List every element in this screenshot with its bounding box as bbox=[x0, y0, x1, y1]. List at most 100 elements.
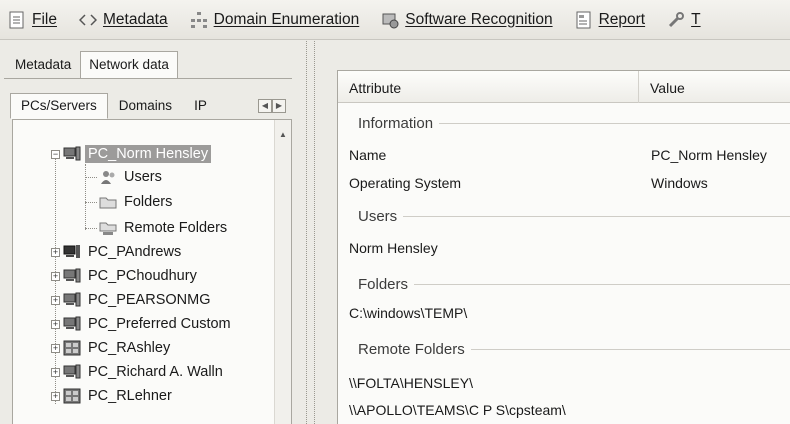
column-attribute[interactable]: Attribute bbox=[349, 80, 401, 96]
tree-node[interactable]: + PC_RAshley bbox=[51, 338, 173, 358]
tree-node-label: PC_PEARSONMG bbox=[88, 292, 211, 308]
menu-software-recognition[interactable]: Software Recognition bbox=[381, 10, 553, 29]
menu-file-label: File bbox=[32, 10, 57, 28]
tree-node[interactable]: + PC_PChoudhury bbox=[51, 266, 200, 286]
group-information: Information bbox=[358, 113, 790, 133]
expand-icon[interactable]: + bbox=[51, 367, 60, 377]
tree-node[interactable]: + PC_Richard A. Walln bbox=[51, 362, 226, 382]
tree-node[interactable]: + PC_PEARSONMG bbox=[51, 290, 213, 310]
property-row-remote-folder[interactable]: \\APOLLO\TEAMS\C P S\cpsteam\ bbox=[349, 400, 790, 420]
property-row-name[interactable]: Name PC_Norm Hensley bbox=[349, 145, 790, 165]
tree-node[interactable]: + PC_Preferred Custom bbox=[51, 314, 234, 334]
menu-metadata-label: Metadata bbox=[102, 10, 168, 28]
tree-node-label: Remote Folders bbox=[124, 220, 228, 236]
users-icon bbox=[99, 169, 117, 185]
tree-connector bbox=[85, 228, 97, 229]
tabs-divider bbox=[4, 78, 292, 79]
property-attr: C:\windows\TEMP\ bbox=[349, 305, 468, 321]
tree-node-label: PC_RAshley bbox=[88, 340, 171, 356]
tree-node-label: PC_RLehner bbox=[88, 388, 172, 404]
tab-pcs-servers[interactable]: PCs/Servers bbox=[10, 93, 108, 119]
property-attr: \\FOLTA\HENSLEY\ bbox=[349, 375, 473, 391]
tree-node-label: PC_Preferred Custom bbox=[88, 316, 231, 332]
computer-icon bbox=[63, 316, 81, 332]
left-pane: Metadata Network data PCs/Servers Domain… bbox=[0, 41, 302, 424]
group-label: Folders bbox=[358, 275, 409, 293]
menu-report[interactable]: Report bbox=[575, 10, 646, 29]
expand-icon[interactable]: + bbox=[51, 247, 60, 257]
tab-metadata[interactable]: Metadata bbox=[6, 51, 80, 79]
collapse-icon[interactable]: − bbox=[51, 149, 60, 159]
tools-icon bbox=[667, 11, 685, 29]
tree-node-folders[interactable]: Folders bbox=[99, 192, 175, 212]
tree-node-selected[interactable]: − PC_Norm Hensley bbox=[51, 144, 212, 164]
server-icon bbox=[63, 388, 81, 404]
computer-icon bbox=[63, 268, 81, 284]
menu-software-recognition-label: Software Recognition bbox=[405, 10, 553, 28]
metadata-icon bbox=[78, 11, 97, 29]
main-tabs: Metadata Network data bbox=[6, 49, 178, 79]
tree-node-label: PC_Norm Hensley bbox=[85, 145, 212, 163]
menu-overflow-label: T bbox=[691, 10, 701, 28]
expand-icon[interactable]: + bbox=[51, 343, 60, 353]
group-remote-folders: Remote Folders bbox=[358, 339, 790, 359]
column-divider[interactable] bbox=[638, 71, 639, 103]
tab-domains[interactable]: Domains bbox=[108, 93, 183, 119]
menu-report-label: Report bbox=[598, 10, 646, 28]
menu-bar: File Metadata Domain Enumeration Softwar… bbox=[0, 0, 790, 40]
property-attr: Norm Hensley bbox=[349, 240, 438, 256]
scroll-right-icon[interactable]: ▶ bbox=[272, 99, 286, 113]
menu-domain-enumeration-label: Domain Enumeration bbox=[213, 10, 360, 28]
tab-ip[interactable]: IP bbox=[183, 93, 218, 119]
tree-node-remote-folders[interactable]: Remote Folders bbox=[99, 218, 230, 238]
column-header: Attribute Value bbox=[338, 71, 790, 103]
tree-node-label: PC_PAndrews bbox=[88, 244, 182, 260]
computer-icon bbox=[63, 146, 81, 162]
property-row-folder[interactable]: C:\windows\TEMP\ bbox=[349, 303, 790, 323]
expand-icon[interactable]: + bbox=[51, 295, 60, 305]
group-users: Users bbox=[358, 206, 790, 226]
column-value[interactable]: Value bbox=[650, 80, 685, 96]
sub-tabs: PCs/Servers Domains IP bbox=[10, 91, 218, 119]
property-row-user[interactable]: Norm Hensley bbox=[349, 238, 790, 258]
property-row-os[interactable]: Operating System Windows bbox=[349, 173, 790, 193]
tree-connector bbox=[85, 202, 97, 203]
scroll-left-icon[interactable]: ◀ bbox=[258, 99, 272, 113]
menu-file[interactable]: File bbox=[8, 11, 57, 29]
property-attr: Name bbox=[349, 147, 387, 163]
report-icon bbox=[575, 11, 593, 29]
menu-overflow[interactable]: T bbox=[667, 10, 701, 29]
properties-panel: Attribute Value Information Name PC_Norm… bbox=[337, 70, 790, 424]
menu-domain-enumeration[interactable]: Domain Enumeration bbox=[190, 10, 360, 29]
tree-node-label: Folders bbox=[124, 194, 173, 210]
group-label: Users bbox=[358, 207, 398, 225]
tree-connector bbox=[85, 164, 86, 230]
software-recognition-icon bbox=[381, 11, 399, 29]
scroll-up-icon[interactable]: ▲ bbox=[279, 130, 287, 139]
pc-tree: − PC_Norm Hensley Users Folders Remote F… bbox=[12, 119, 292, 424]
group-label: Information bbox=[358, 114, 434, 132]
domain-enumeration-icon bbox=[190, 11, 208, 29]
pane-splitter[interactable] bbox=[306, 41, 320, 424]
tree-node[interactable]: + PC_PAndrews bbox=[51, 242, 184, 262]
expand-icon[interactable]: + bbox=[51, 319, 60, 329]
menu-metadata[interactable]: Metadata bbox=[78, 10, 168, 29]
property-value: Windows bbox=[651, 175, 708, 191]
tree-node-label: PC_PChoudhury bbox=[88, 268, 197, 284]
remote-folder-icon bbox=[99, 220, 117, 236]
expand-icon[interactable]: + bbox=[51, 271, 60, 281]
file-icon bbox=[8, 11, 26, 29]
property-attr: Operating System bbox=[349, 175, 462, 191]
expand-icon[interactable]: + bbox=[51, 391, 60, 401]
tree-node-label: PC_Richard A. Walln bbox=[88, 364, 223, 380]
tree-node[interactable]: + PC_RLehner bbox=[51, 386, 175, 406]
tab-network-data[interactable]: Network data bbox=[80, 51, 178, 79]
tree-scrollbar[interactable]: ▲ bbox=[274, 120, 291, 424]
tree-connector bbox=[85, 177, 97, 178]
property-row-remote-folder[interactable]: \\FOLTA\HENSLEY\ bbox=[349, 373, 790, 393]
computer-icon bbox=[63, 244, 81, 260]
property-attr: \\APOLLO\TEAMS\C P S\cpsteam\ bbox=[349, 402, 566, 418]
computer-icon bbox=[63, 292, 81, 308]
tree-node-users[interactable]: Users bbox=[99, 167, 165, 187]
group-folders: Folders bbox=[358, 274, 790, 294]
